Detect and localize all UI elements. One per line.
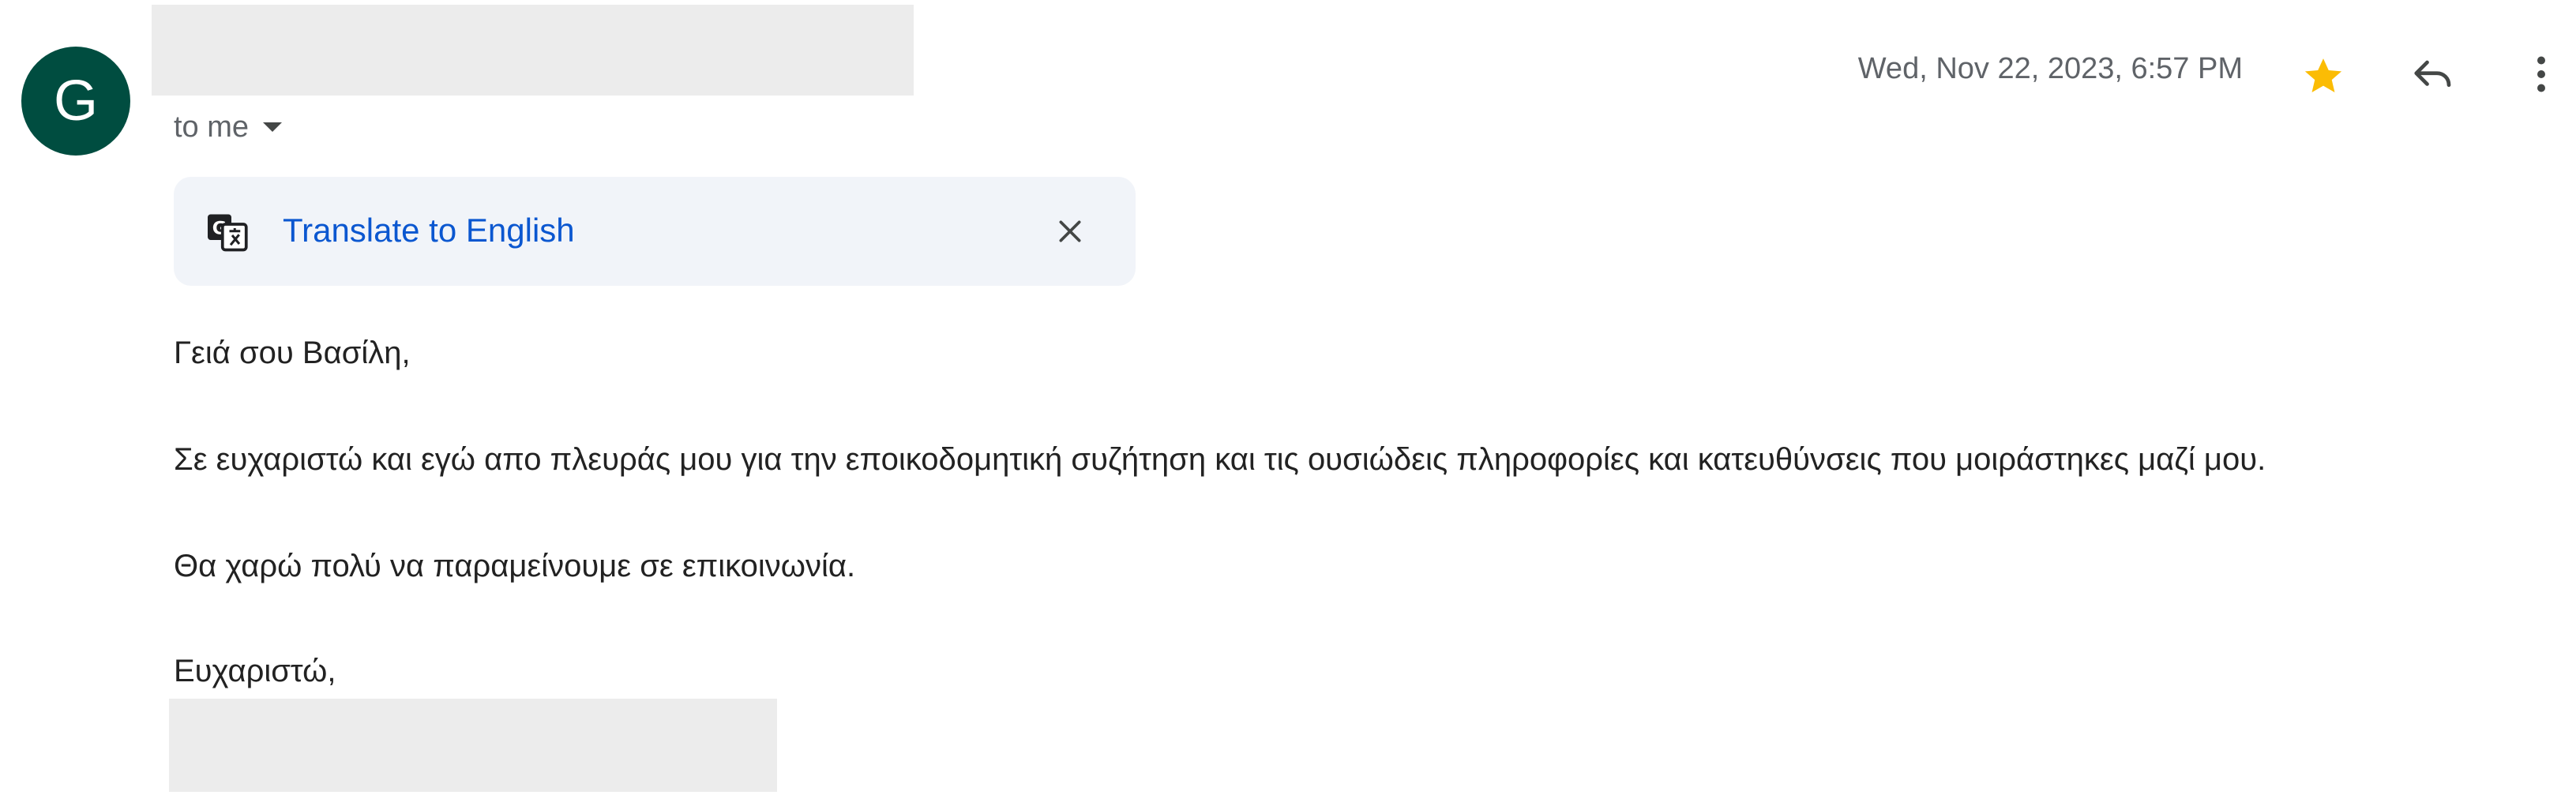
close-translate-button[interactable] [1046, 207, 1095, 256]
message-paragraph: Σε ευχαριστώ και εγώ απο πλευράς μου για… [174, 442, 2266, 477]
signature-redacted [169, 699, 777, 792]
reply-button[interactable] [2401, 43, 2465, 106]
close-icon [1059, 220, 1081, 242]
reply-icon [2414, 60, 2451, 88]
star-button[interactable] [2292, 44, 2355, 107]
recipient-line: to me [174, 107, 283, 147]
translate-to-english-link[interactable]: Translate to English [283, 212, 575, 249]
more-vert-icon [2537, 56, 2545, 92]
message-date: Wed, Nov 22, 2023, 6:57 PM [1857, 52, 2243, 85]
translate-icon: G [208, 214, 248, 252]
star-icon [2304, 58, 2342, 92]
email-message: G to me Wed, Nov 22, 2023, 6:57 PM G Tra… [0, 0, 2576, 795]
to-label: to me [174, 110, 250, 144]
more-options-button[interactable] [2510, 43, 2573, 106]
message-closing: Ευχαριστώ, [174, 654, 336, 688]
message-paragraph: Θα χαρώ πολύ να παραμείνουμε σε επικοινω… [174, 549, 856, 583]
recipient-details-dropdown[interactable] [263, 122, 283, 132]
sender-name-redacted [152, 5, 914, 96]
translate-banner: G Translate to English [174, 177, 1136, 286]
sender-avatar[interactable]: G [21, 47, 130, 156]
avatar-letter: G [53, 69, 98, 133]
message-greeting: Γειά σου Βασίλη, [174, 336, 411, 370]
